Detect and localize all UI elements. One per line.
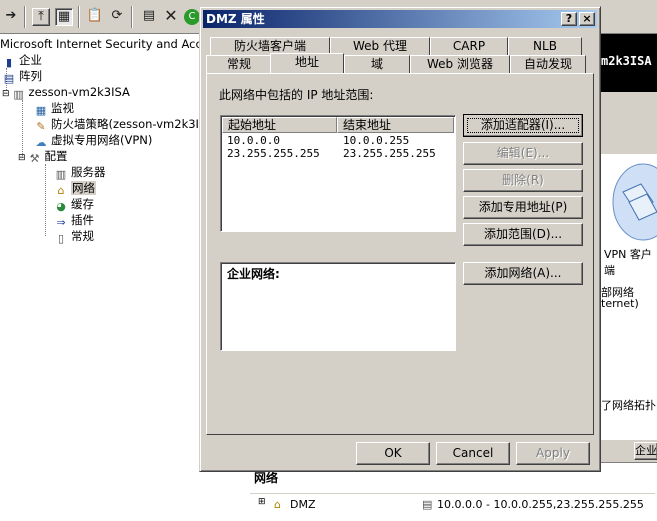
delete-button[interactable]: 删除(R) [463,169,583,192]
add-network-button[interactable]: 添加网络(A)... [463,262,583,285]
tree-item-server[interactable]: ⊟ ▥ zesson-vm2k3ISA [2,84,130,101]
tab-carp[interactable]: CARP [430,37,508,55]
enterprise-network-list[interactable]: 企业网络: [220,262,456,351]
edit-button[interactable]: 编辑(E)... [463,142,583,165]
folder-up-icon[interactable]: ⤒ [32,8,50,26]
tree-item-general[interactable]: ▯ 常规 [54,228,94,245]
network-row-name: DMZ [290,498,316,511]
table-row[interactable]: 10.0.0.0 10.0.0.255 [222,134,454,147]
tab-addresses[interactable]: 地址 [270,53,344,73]
tree-item-vpn[interactable]: ☁ 虚拟专用网络(VPN) [34,132,153,149]
network-icon: ⌂ [274,498,281,511]
refresh-icon[interactable]: ⟳ [108,8,126,26]
topology-text: 了网络拓扑 [601,399,656,412]
server-icon: ▥ [13,88,24,101]
add-private-button[interactable]: 添加专用地址(P) [463,196,583,219]
table-row[interactable]: 23.255.255.255 23.255.255.255 [222,147,454,160]
addresses-tab-panel: 此网络中包括的 IP 地址范围: 起始地址 结束地址 10.0.0.0 10.0… [206,73,594,435]
forward-arrow-icon[interactable]: ➔ [2,8,20,26]
tree-item-array[interactable]: ▤ 阵列 [2,68,42,85]
show-hide-tree-icon[interactable]: ▦ [55,8,73,26]
column-start-address[interactable]: 起始地址 [222,117,337,133]
enterprise-network-label: 企业网络: [227,267,280,281]
help-button[interactable]: ? [561,12,577,26]
properties-icon[interactable]: 📋 [86,8,104,26]
dialog-titlebar[interactable]: DMZ 属性 ? × [203,10,597,28]
collapse-minus-icon[interactable]: ⊟ [2,89,10,99]
general-icon: ▯ [57,232,65,245]
cancel-button[interactable]: Cancel [436,442,510,465]
network-row-range: 10.0.0.0 - 10.0.0.255,23.255.255.255 [437,498,644,511]
console-tree: Microsoft Internet Security and Accelera… [0,34,253,521]
tree-item-servers[interactable]: ▥ 服务器 [54,164,106,181]
column-end-address[interactable]: 结束地址 [337,117,454,133]
apply-button[interactable]: Apply [516,442,590,465]
tree-item-cache[interactable]: ◕ 缓存 [54,196,94,213]
tab-nlb[interactable]: NLB [508,37,582,55]
network-row-dmz[interactable]: ⊞ ⌂ DMZ ▤ 10.0.0.0 - 10.0.0.255,23.255.2… [250,493,655,515]
close-button[interactable]: × [579,12,595,26]
right-strip [601,92,657,154]
tree-item-enterprise[interactable]: ▮ 企业 [2,52,42,69]
tree-item-firewall-policy[interactable]: ✎ 防火墙策略(zesson-vm2k3ISA [34,116,214,133]
ok-button[interactable]: OK [356,442,430,465]
tab-web-browser[interactable]: Web 浏览器 [410,55,510,73]
enterprise-tab-button[interactable]: 企业 [634,442,657,460]
collapse-minus-icon[interactable]: ⊟ [18,153,26,163]
tree-item-monitoring[interactable]: ▦ 监视 [34,100,74,117]
tab-auto-discovery[interactable]: 自动发现 [510,55,586,73]
address-range-icon: ▤ [422,498,433,511]
expand-plus-icon[interactable]: ⊞ [258,497,266,507]
internal-network-sub: ternet) [601,297,639,310]
config-icon: ⚒ [29,152,40,165]
ip-range-list[interactable]: 起始地址 结束地址 10.0.0.0 10.0.0.255 23.255.255… [220,115,456,232]
add-range-button[interactable]: 添加范围(D)... [463,223,583,246]
green-action-icon[interactable]: C [184,9,200,25]
delete-x-icon[interactable]: ✕ [162,8,180,26]
tab-web-proxy[interactable]: Web 代理 [330,37,430,55]
add-adapter-button[interactable]: 添加适配器(I)... [463,114,583,137]
tree-item-networks[interactable]: ⌂ 网络 [54,180,96,197]
tree-item-configuration[interactable]: ⊟ ⚒ 配置 [18,148,68,165]
vpn-clients-label: VPN 客户端 [604,248,652,277]
tab-domains[interactable]: 域 [344,55,410,73]
vpn-clients-graphic [601,162,657,242]
toolbar-separator [131,6,133,28]
dialog-title: DMZ 属性 [206,12,265,26]
tab-general[interactable]: 常规 [206,55,272,73]
ip-range-description: 此网络中包括的 IP 地址范围: [219,88,374,102]
server-banner: m2k3ISA [598,34,657,92]
task-pane-icon[interactable]: ▤ [140,8,158,26]
tree-item-addins[interactable]: ⇒ 插件 [54,212,94,229]
toolbar-separator [78,6,80,28]
toolbar-separator [24,6,26,28]
dmz-properties-dialog: DMZ 属性 ? × 防火墙客户端 Web 代理 CARP NLB 常规 地址 … [199,6,601,472]
